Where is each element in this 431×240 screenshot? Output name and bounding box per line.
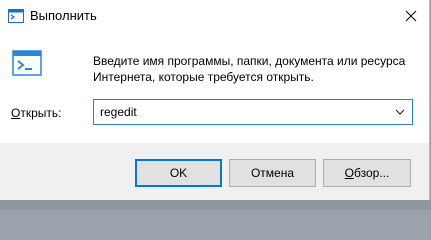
close-icon [405, 10, 417, 22]
ok-button[interactable]: OK [135, 159, 222, 187]
close-button[interactable] [397, 2, 425, 30]
open-label-mnemonic: О [11, 106, 21, 120]
browse-label: бзор... [354, 166, 390, 180]
run-dialog: Выполнить Введите имя программы, папки, … [0, 0, 430, 200]
description-line-2: Интернета, которые требуется открыть. [93, 70, 314, 84]
run-app-icon [12, 50, 42, 76]
open-input[interactable] [94, 100, 384, 124]
window-title: Выполнить [30, 8, 97, 23]
cancel-button[interactable]: Отмена [229, 159, 316, 187]
run-app-icon [8, 9, 24, 23]
open-combobox[interactable] [93, 99, 413, 125]
open-label-text: ткрыть: [20, 106, 62, 120]
browse-mnemonic: О [344, 166, 354, 180]
dropdown-button[interactable] [388, 100, 412, 124]
dialog-description: Введите имя программы, папки, документа … [93, 53, 418, 85]
browse-button[interactable]: Обзор... [323, 159, 411, 187]
background-desktop [0, 200, 431, 210]
chevron-down-icon [395, 109, 405, 115]
open-label: Открыть: [11, 106, 61, 120]
title-bar[interactable]: Выполнить [0, 0, 429, 32]
description-line-1: Введите имя программы, папки, документа … [93, 54, 406, 68]
